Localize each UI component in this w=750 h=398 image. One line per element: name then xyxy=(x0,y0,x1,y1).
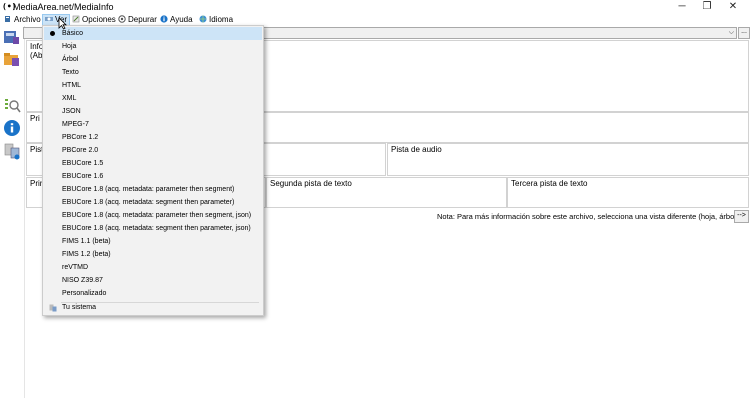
view-item-arbol[interactable]: Árbol xyxy=(44,53,262,66)
view-item-label: EBUCore 1.8 (acq. metadata: parameter th… xyxy=(62,186,235,193)
next-view-button[interactable]: --> xyxy=(734,210,749,223)
title-bar: (•) MediaArea.net/MediaInfo ─ ❐ ✕ xyxy=(0,0,750,14)
view-item-niso[interactable]: NISO Z39.87 xyxy=(44,274,262,287)
view-item-label: PBCore 1.2 xyxy=(62,134,99,141)
view-item-pbcore12[interactable]: PBCore 1.2 xyxy=(44,131,262,144)
chevron-down-icon[interactable]: ⌵ xyxy=(729,28,734,38)
audio-track-panel: Pista de audio xyxy=(387,143,749,176)
help-icon xyxy=(160,15,168,23)
view-item-hoja[interactable]: Hoja xyxy=(44,40,262,53)
menu-opciones-label: Opciones xyxy=(82,15,116,24)
globe-icon xyxy=(199,15,207,23)
selected-bullet-icon xyxy=(50,31,55,36)
left-toolbar xyxy=(0,26,25,398)
view-item-label: Árbol xyxy=(62,56,79,63)
view-item-fims11[interactable]: FIMS 1.1 (beta) xyxy=(44,235,262,248)
general-panel-label: Pri xyxy=(30,114,40,123)
view-item-html[interactable]: HTML xyxy=(44,79,262,92)
export-icon[interactable] xyxy=(3,96,21,114)
view-item-ebucore15[interactable]: EBUCore 1.5 xyxy=(44,157,262,170)
view-item-label: EBUCore 1.5 xyxy=(62,160,104,167)
view-item-revtmd[interactable]: reVTMD xyxy=(44,261,262,274)
view-item-ebucore18-ps[interactable]: EBUCore 1.8 (acq. metadata: parameter th… xyxy=(44,183,262,196)
window-title: MediaArea.net/MediaInfo xyxy=(13,2,114,12)
view-dropdown-menu: Básico Hoja Árbol Texto HTML XML JSON MP… xyxy=(42,25,264,316)
info-icon[interactable] xyxy=(3,119,21,137)
app-icon: (•) xyxy=(2,2,17,11)
menu-depurar-label: Depurar xyxy=(128,15,157,24)
system-icon xyxy=(49,304,57,312)
view-item-tu-sistema[interactable]: Tu sistema xyxy=(44,301,262,314)
view-item-ebucore18-sp-json[interactable]: EBUCore 1.8 (acq. metadata: segment then… xyxy=(44,222,262,235)
view-item-label: FIMS 1.1 (beta) xyxy=(62,238,111,245)
view-item-texto[interactable]: Texto xyxy=(44,66,262,79)
view-item-label: XML xyxy=(62,95,77,102)
view-item-label: EBUCore 1.8 (acq. metadata: segment then… xyxy=(62,199,235,206)
view-item-mpeg7[interactable]: MPEG-7 xyxy=(44,118,262,131)
close-button[interactable]: ✕ xyxy=(716,0,750,14)
view-item-json[interactable]: JSON xyxy=(44,105,262,118)
view-item-ebucore18-sp[interactable]: EBUCore 1.8 (acq. metadata: segment then… xyxy=(44,196,262,209)
options-icon xyxy=(72,15,80,23)
view-item-label: EBUCore 1.8 (acq. metadata: segment then… xyxy=(62,225,251,232)
menu-archivo[interactable]: Archivo xyxy=(2,14,43,26)
text-track-2-panel: Segunda pista de texto xyxy=(266,177,507,208)
open-folder-icon[interactable] xyxy=(3,50,21,68)
menu-ayuda-label: Ayuda xyxy=(170,15,193,24)
view-item-label: Personalizado xyxy=(62,290,107,297)
view-item-label: NISO Z39.87 xyxy=(62,277,103,284)
view-item-label: EBUCore 1.8 (acq. metadata: parameter th… xyxy=(62,212,252,219)
view-item-xml[interactable]: XML xyxy=(44,92,262,105)
text-track-3-panel: Tercera pista de texto xyxy=(507,177,749,208)
view-item-label: JSON xyxy=(62,108,81,115)
open-file-icon[interactable] xyxy=(3,28,21,46)
menu-idioma-label: Idioma xyxy=(209,15,234,24)
view-icon xyxy=(45,17,53,21)
view-item-label: MPEG-7 xyxy=(62,121,89,128)
text-track-3-label: Tercera pista de texto xyxy=(511,179,588,188)
view-item-label: PBCore 2.0 xyxy=(62,147,99,154)
menu-archivo-label: Archivo xyxy=(14,15,41,24)
archive-icon xyxy=(5,16,10,22)
view-item-label: reVTMD xyxy=(62,264,89,271)
audio-track-label: Pista de audio xyxy=(391,145,442,154)
view-item-ebucore18-ps-json[interactable]: EBUCore 1.8 (acq. metadata: parameter th… xyxy=(44,209,262,222)
view-item-ebucore16[interactable]: EBUCore 1.6 xyxy=(44,170,262,183)
mouse-cursor-icon xyxy=(58,17,67,30)
more-button[interactable]: ... xyxy=(738,27,750,39)
view-item-label: Hoja xyxy=(62,43,77,50)
view-item-basico[interactable]: Básico xyxy=(44,27,262,40)
view-item-label: Tu sistema xyxy=(62,304,96,311)
text-track-2-label: Segunda pista de texto xyxy=(270,179,352,188)
view-item-fims12[interactable]: FIMS 1.2 (beta) xyxy=(44,248,262,261)
view-item-label: Texto xyxy=(62,69,79,76)
view-item-pbcore20[interactable]: PBCore 2.0 xyxy=(44,144,262,157)
note-text: Nota: Para más información sobre este ar… xyxy=(437,212,745,221)
debug-icon xyxy=(118,15,126,23)
view-item-label: EBUCore 1.6 xyxy=(62,173,104,180)
view-item-personalizado[interactable]: Personalizado xyxy=(44,287,262,300)
view-item-label: FIMS 1.2 (beta) xyxy=(62,251,111,258)
system-info-icon[interactable] xyxy=(3,142,21,160)
view-item-label: HTML xyxy=(62,82,82,89)
